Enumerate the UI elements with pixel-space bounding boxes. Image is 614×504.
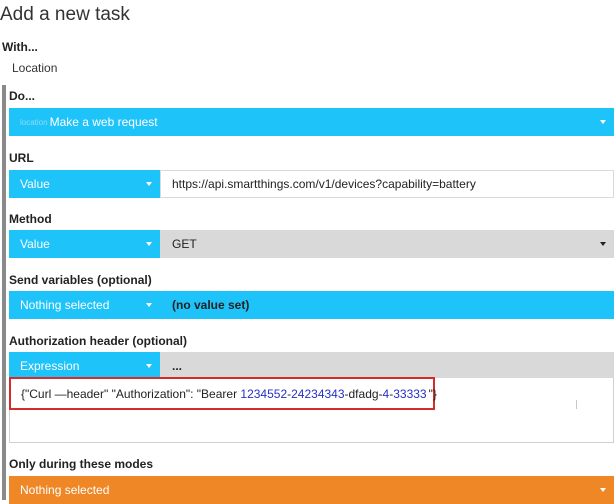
method-select-value: GET	[172, 237, 197, 251]
url-label: URL	[9, 151, 34, 165]
auth-header-label: Authorization header (optional)	[9, 334, 187, 348]
chevron-down-icon	[146, 364, 152, 368]
action-select-prefix: location	[20, 117, 48, 127]
auth-value-display: ...	[160, 352, 614, 380]
url-type-select[interactable]: Value	[9, 170, 160, 198]
auth-value-text: ...	[172, 359, 183, 373]
with-value: Location	[12, 61, 58, 75]
modes-label: Only during these modes	[9, 457, 154, 471]
chevron-down-icon	[600, 120, 606, 124]
chevron-down-icon	[146, 303, 152, 307]
url-type-value: Value	[20, 177, 50, 191]
with-label: With...	[2, 40, 38, 54]
method-select[interactable]: GET	[160, 230, 614, 258]
expression-text-part: -dfadg-	[344, 386, 383, 401]
action-select-value: Make a web request	[49, 115, 158, 129]
expression-number: 24234343	[291, 386, 345, 401]
method-label: Method	[9, 212, 52, 226]
chevron-down-icon	[600, 242, 606, 246]
expression-text-part: "}	[428, 386, 437, 401]
chevron-down-icon	[146, 242, 152, 246]
do-label: Do...	[9, 89, 35, 103]
method-type-value: Value	[20, 237, 50, 251]
chevron-down-icon	[146, 182, 152, 186]
modes-selected: Nothing selected	[20, 483, 110, 497]
action-select[interactable]: location Make a web request	[9, 108, 614, 136]
section-indent-bar	[2, 85, 6, 500]
url-input[interactable]: https://api.smartthings.com/v1/devices?c…	[160, 170, 614, 198]
send-variables-label: Send variables (optional)	[9, 273, 152, 287]
resize-handle	[576, 400, 577, 409]
auth-type-value: Expression	[20, 359, 80, 373]
expression-text-part: {"Curl —header" "Authorization": "Bearer	[21, 386, 241, 401]
method-type-select[interactable]: Value	[9, 230, 160, 258]
expression-number: 1234552	[240, 386, 288, 401]
page-title: Add a new task	[0, 4, 130, 25]
send-variables-value: (no value set)	[172, 298, 250, 312]
send-variables-selected: Nothing selected	[20, 298, 110, 312]
send-variables-select[interactable]: Nothing selected	[9, 291, 160, 319]
chevron-down-icon	[600, 488, 606, 492]
expression-highlight-box[interactable]: {"Curl —header" "Authorization": "Bearer…	[9, 377, 437, 410]
auth-type-select[interactable]: Expression	[9, 352, 160, 380]
expression-number: 33333	[393, 386, 427, 401]
expression-number: 4	[382, 386, 390, 401]
